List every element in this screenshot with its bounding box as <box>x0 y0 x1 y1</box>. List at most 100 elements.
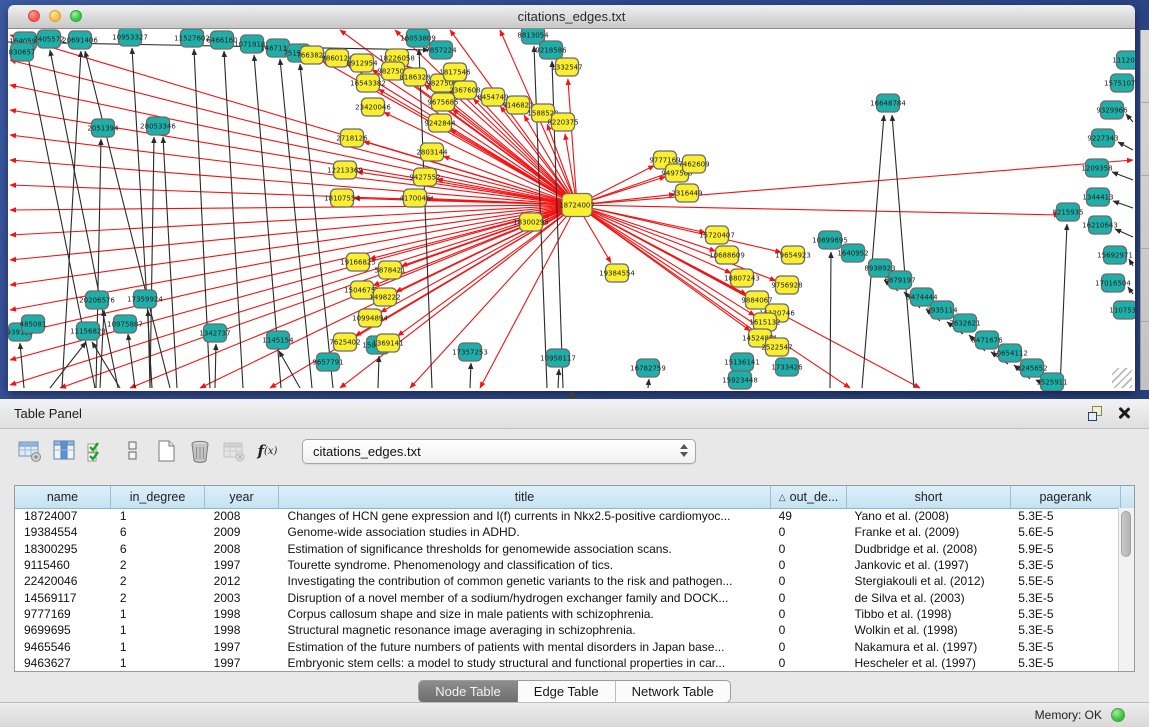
graph-node[interactable]: 9525911 <box>1036 373 1067 391</box>
table-cell[interactable]: 0 <box>770 591 846 605</box>
table-vertical-scrollbar[interactable] <box>1118 508 1134 671</box>
graph-node[interactable]: 9329966 <box>1096 101 1128 119</box>
table-cell[interactable]: 18724007 <box>15 509 111 523</box>
table-cell[interactable]: 49 <box>770 509 846 523</box>
network-canvas[interactable]: 1640595240557220691406109533271152760264… <box>8 29 1135 391</box>
graph-node[interactable]: 17357253 <box>452 343 488 361</box>
table-cell[interactable]: Estimation of significance thresholds fo… <box>279 542 770 556</box>
table-cell[interactable]: 5.3E-5 <box>1009 509 1119 523</box>
window-resize-grip[interactable] <box>1112 368 1132 388</box>
graph-node[interactable]: 1145154 <box>262 331 294 349</box>
table-selector-dropdown[interactable]: citations_edges.txt <box>302 439 696 464</box>
close-panel-icon[interactable] <box>1117 406 1131 420</box>
column-header-pagerank[interactable]: pagerank <box>1011 486 1121 508</box>
graph-node[interactable]: 15720407 <box>699 226 735 244</box>
table-cell[interactable]: 2 <box>111 574 205 588</box>
rows-icon[interactable] <box>118 438 145 465</box>
table-row[interactable]: 911546021997Tourette syndrome. Phenomeno… <box>15 557 1119 573</box>
table-cell[interactable]: 1 <box>111 623 205 637</box>
table-row[interactable]: 1830029562008Estimation of significance … <box>15 541 1119 557</box>
select-all-checks-icon[interactable] <box>84 438 111 465</box>
graph-node[interactable]: 8912954 <box>346 54 378 72</box>
table-cell[interactable]: Wolkin et al. (1998) <box>846 623 1010 637</box>
table-row[interactable]: 1938455462009Genome-wide association stu… <box>15 524 1119 540</box>
table-mode-icon[interactable] <box>16 438 43 465</box>
graph-node[interactable]: 18107554 <box>324 189 360 207</box>
graph-node[interactable]: 19384554 <box>599 264 635 282</box>
table-cell[interactable]: de Silva et al. (2003) <box>846 591 1010 605</box>
graph-node[interactable]: 10975887 <box>107 315 143 333</box>
table-cell[interactable]: 5.3E-5 <box>1009 640 1119 654</box>
graph-node[interactable]: 11527602 <box>174 29 210 47</box>
graph-node[interactable]: 8471676 <box>971 331 1003 349</box>
table-cell[interactable]: 0 <box>770 623 846 637</box>
graph-node[interactable]: 1640952 <box>837 244 868 262</box>
graph-node[interactable]: 18724007 <box>559 194 595 217</box>
table-cell[interactable]: 9699695 <box>15 623 111 637</box>
delete-table-icon[interactable] <box>220 438 247 465</box>
table-cell[interactable]: 0 <box>770 558 846 572</box>
graph-node[interactable]: 7632621 <box>949 314 980 332</box>
delete-column-icon[interactable] <box>186 438 213 465</box>
table-cell[interactable]: Corpus callosum shape and size in male p… <box>279 607 770 621</box>
table-cell[interactable]: 0 <box>770 525 846 539</box>
table-cell[interactable]: 5.3E-5 <box>1009 591 1119 605</box>
table-cell[interactable]: Embryonic stem cells: a model to study s… <box>279 656 770 670</box>
float-panel-icon[interactable] <box>1088 406 1103 421</box>
network-window-titlebar[interactable]: citations_edges.txt <box>8 5 1135 29</box>
table-row[interactable]: 946362711997Embryonic stem cells: a mode… <box>15 655 1119 671</box>
graph-node[interactable]: 2935114 <box>926 301 958 319</box>
table-cell[interactable]: Nakamura et al. (1997) <box>846 640 1010 654</box>
graph-node[interactable]: 1332547 <box>551 58 582 76</box>
graph-node[interactable]: 9242844 <box>424 114 456 132</box>
column-header-year[interactable]: year <box>205 486 279 508</box>
table-cell[interactable]: 9115460 <box>15 558 111 572</box>
graph-node[interactable]: 5878421 <box>374 261 405 279</box>
scrollbar-thumb[interactable] <box>1121 511 1131 557</box>
graph-node[interactable]: 1342737 <box>199 324 230 342</box>
table-cell[interactable]: 22420046 <box>15 574 111 588</box>
new-column-icon[interactable] <box>152 438 179 465</box>
table-cell[interactable]: Estimation of the future numbers of pati… <box>279 640 770 654</box>
table-cell[interactable]: 1 <box>111 509 205 523</box>
table-cell[interactable]: 19384554 <box>15 525 111 539</box>
graph-node[interactable]: 11156829 <box>70 322 106 340</box>
graph-node[interactable]: 1209358 <box>1081 159 1112 177</box>
table-cell[interactable]: 2008 <box>205 542 279 556</box>
graph-node[interactable]: 15692971 <box>1097 246 1133 264</box>
table-cell[interactable]: Changes of HCN gene expression and I(f) … <box>279 509 770 523</box>
column-header-in_degree[interactable]: in_degree <box>111 486 205 508</box>
graph-node[interactable]: 10953327 <box>112 29 148 46</box>
graph-node[interactable]: 1369141 <box>372 334 403 352</box>
column-header-short[interactable]: short <box>847 486 1011 508</box>
graph-node[interactable]: 20206576 <box>79 291 115 309</box>
table-cell[interactable]: 2009 <box>205 525 279 539</box>
graph-node[interactable]: 15923448 <box>722 371 758 389</box>
table-cell[interactable]: 0 <box>770 607 846 621</box>
table-cell[interactable]: 5.6E-5 <box>1009 525 1119 539</box>
graph-node[interactable]: 15136141 <box>724 353 760 371</box>
column-header-title[interactable]: title <box>279 486 771 508</box>
graph-node[interactable]: 15751074 <box>1104 74 1135 92</box>
table-cell[interactable]: Dudbridge et al. (2008) <box>846 542 1010 556</box>
graph-node[interactable]: 9227343 <box>1087 129 1118 147</box>
graph-node[interactable]: 830657 <box>9 43 36 61</box>
graph-node[interactable]: 1615132 <box>749 313 780 331</box>
graph-node[interactable]: 485081 <box>20 315 47 333</box>
graph-node[interactable]: 1107533 <box>1109 301 1135 319</box>
table-cell[interactable]: 1998 <box>205 623 279 637</box>
table-cell[interactable]: 9465546 <box>15 640 111 654</box>
graph-node[interactable]: 18807243 <box>724 269 760 287</box>
graph-node[interactable]: 1498222 <box>369 288 400 306</box>
graph-node[interactable]: 16543382 <box>350 74 386 92</box>
table-cell[interactable]: 1997 <box>205 656 279 670</box>
graph-node[interactable]: 2522547 <box>761 338 792 356</box>
table-cell[interactable]: 1 <box>111 656 205 670</box>
graph-node[interactable]: 9675685 <box>427 93 458 111</box>
table-cell[interactable]: 6 <box>111 542 205 556</box>
graph-node[interactable]: 9756928 <box>771 276 802 294</box>
table-cell[interactable]: Investigating the contribution of common… <box>279 574 770 588</box>
function-builder-icon[interactable]: f(x) <box>254 438 281 465</box>
tab-edge-table[interactable]: Edge Table <box>517 681 615 702</box>
graph-node[interactable]: 7625402 <box>329 333 360 351</box>
